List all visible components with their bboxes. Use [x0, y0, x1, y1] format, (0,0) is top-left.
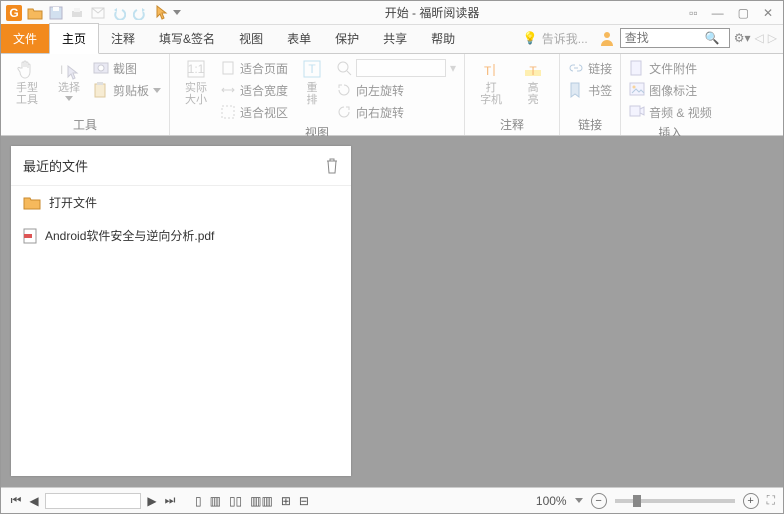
fit-page-button[interactable]: 适合页面: [220, 58, 288, 78]
reflow-button[interactable]: T重排: [294, 58, 330, 106]
tab-fill-sign[interactable]: 填写&签名: [147, 24, 227, 53]
tab-home[interactable]: 主页: [49, 23, 99, 54]
group-label-link: 链接: [568, 114, 612, 133]
undo-icon[interactable]: [110, 4, 128, 22]
app-icon: G: [5, 4, 23, 22]
single-page-icon[interactable]: ▯: [195, 494, 202, 508]
zoom-level-input[interactable]: [356, 59, 446, 77]
svg-text:G: G: [9, 6, 18, 20]
zoom-dropdown-icon[interactable]: [575, 498, 583, 503]
nav-prev-icon[interactable]: ◁: [755, 31, 764, 45]
facing-icon[interactable]: ▯▯: [229, 494, 242, 508]
svg-text:I: I: [60, 63, 63, 77]
snapshot-button[interactable]: 截图: [93, 58, 161, 78]
hand-tool-button[interactable]: 手型工具: [9, 58, 45, 106]
panel-title: 最近的文件: [23, 156, 88, 175]
recent-files-panel: 最近的文件 打开文件 Android软件安全与逆向分析.pdf: [11, 146, 351, 476]
recent-file-item[interactable]: Android软件安全与逆向分析.pdf: [11, 219, 351, 252]
highlight-button[interactable]: T高亮: [515, 58, 551, 106]
svg-text:1:1: 1:1: [188, 62, 205, 76]
audio-video-button[interactable]: 音频 & 视频: [629, 102, 712, 122]
window-title: 开始 - 福昕阅读器: [185, 4, 679, 21]
nav-next-icon[interactable]: ▷: [768, 31, 777, 45]
fit-width-button[interactable]: 适合宽度: [220, 80, 288, 100]
svg-text:T: T: [529, 64, 537, 78]
svg-text:T: T: [308, 62, 316, 76]
svg-text:T: T: [484, 64, 492, 78]
next-page-button[interactable]: ▶: [145, 494, 159, 508]
tab-form[interactable]: 表单: [275, 24, 323, 53]
zoom-slider[interactable]: [615, 499, 735, 503]
tab-share[interactable]: 共享: [371, 24, 419, 53]
cursor-icon[interactable]: [152, 4, 170, 22]
tab-file[interactable]: 文件: [1, 24, 49, 53]
gear-icon[interactable]: ⚙▾: [734, 31, 751, 45]
print-icon[interactable]: [68, 4, 86, 22]
pdf-file-icon: [23, 228, 37, 244]
rotate-right-button[interactable]: 向右旋转: [336, 102, 456, 122]
zoom-in-button[interactable]: +: [743, 493, 759, 509]
view-mode2-icon[interactable]: ⊟: [299, 494, 309, 508]
fit-visible-button[interactable]: 适合视区: [220, 102, 288, 122]
minimize-icon[interactable]: ―: [712, 6, 724, 20]
tab-comment[interactable]: 注释: [99, 24, 147, 53]
ribbon-collapse-icon[interactable]: ▫▫: [689, 6, 698, 20]
folder-icon: [23, 196, 41, 210]
search-box[interactable]: 🔍: [620, 28, 730, 48]
select-button[interactable]: I选择: [51, 58, 87, 101]
chevron-down-icon: [65, 96, 73, 101]
file-attachment-button[interactable]: 文件附件: [629, 58, 712, 78]
page-number-input[interactable]: [45, 493, 141, 509]
image-annotation-button[interactable]: 图像标注: [629, 80, 712, 100]
link-button[interactable]: 链接: [568, 58, 612, 78]
open-icon[interactable]: [26, 4, 44, 22]
maximize-icon[interactable]: ▢: [738, 6, 749, 20]
zoom-out-button[interactable]: ▾: [336, 58, 456, 78]
first-page-button[interactable]: ⏮: [9, 493, 23, 508]
tab-protect[interactable]: 保护: [323, 24, 371, 53]
tab-view[interactable]: 视图: [227, 24, 275, 53]
view-mode-icon[interactable]: ⊞: [281, 494, 291, 508]
zoom-value: 100%: [536, 494, 567, 508]
tab-help[interactable]: 帮助: [419, 24, 467, 53]
continuous-icon[interactable]: ▥: [210, 494, 221, 508]
save-icon[interactable]: [47, 4, 65, 22]
email-icon[interactable]: [89, 4, 107, 22]
document-area: 最近的文件 打开文件 Android软件安全与逆向分析.pdf: [1, 136, 783, 487]
bulb-icon: 💡: [523, 31, 538, 45]
qat-dropdown-icon[interactable]: [173, 10, 181, 15]
actual-size-button[interactable]: 1:1实际大小: [178, 58, 214, 106]
search-input[interactable]: [625, 31, 705, 45]
zoom-out-button[interactable]: −: [591, 493, 607, 509]
tellme-input[interactable]: 告诉我...: [542, 30, 588, 47]
zoom-slider-knob[interactable]: [633, 495, 641, 507]
trash-icon[interactable]: [325, 158, 339, 174]
clipboard-button[interactable]: 剪贴板: [93, 80, 161, 100]
search-icon[interactable]: 🔍: [705, 31, 720, 45]
user-icon[interactable]: [598, 29, 616, 47]
typewriter-button[interactable]: T打字机: [473, 58, 509, 106]
redo-icon[interactable]: [131, 4, 149, 22]
last-page-button[interactable]: ⏭: [163, 493, 177, 508]
group-label-annot: 注释: [473, 114, 551, 133]
close-icon[interactable]: ✕: [763, 6, 773, 20]
prev-page-button[interactable]: ◀: [27, 494, 41, 508]
rotate-left-button[interactable]: 向左旋转: [336, 80, 456, 100]
bookmark-button[interactable]: 书签: [568, 80, 612, 100]
open-file-button[interactable]: 打开文件: [11, 186, 351, 219]
group-label-tools: 工具: [9, 114, 161, 133]
continuous-facing-icon[interactable]: ▥▥: [250, 494, 273, 508]
fullscreen-icon[interactable]: ⛶: [767, 493, 775, 508]
chevron-down-icon: [153, 88, 161, 93]
